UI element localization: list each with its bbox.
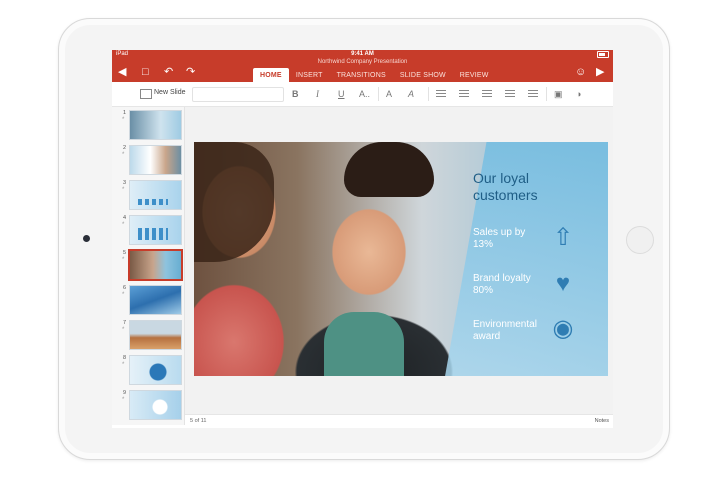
font-name-field[interactable] — [192, 87, 284, 102]
thumb-star: * — [122, 152, 125, 158]
tab-review[interactable]: REVIEW — [453, 68, 496, 82]
thumb-star: * — [122, 292, 125, 298]
italic-button[interactable]: I — [316, 88, 319, 100]
present-icon[interactable]: ▶ — [596, 65, 604, 79]
title-bar: iPad 9:41 AM Northwind Company Presentat… — [112, 50, 613, 82]
font-effects-button[interactable]: A.. — [359, 88, 370, 100]
powerpoint-screen: iPad 9:41 AM Northwind Company Presentat… — [112, 50, 613, 428]
slide-thumbnail-selected[interactable] — [128, 249, 183, 281]
toolbar-divider — [428, 87, 429, 101]
highlight-button[interactable]: A — [408, 88, 414, 100]
underline-button[interactable]: U — [338, 88, 345, 100]
slide-stat-sales[interactable]: Sales up by 13% — [473, 227, 543, 251]
thumb-star: * — [122, 327, 125, 333]
new-slide-button[interactable]: New Slide — [154, 89, 186, 96]
thumb-number: 8 — [123, 355, 127, 361]
bullets-icon[interactable] — [459, 90, 469, 98]
thumb-number: 9 — [123, 390, 127, 396]
slide-thumbnail[interactable] — [129, 110, 182, 140]
dollar-arrow-icon: ⇧ — [552, 224, 574, 251]
thumb-number: 2 — [123, 145, 127, 151]
tab-insert[interactable]: INSERT — [289, 68, 330, 82]
thumb-number: 3 — [123, 180, 127, 186]
thumb-number: 5 — [123, 250, 127, 256]
status-time: 9:41 AM — [351, 51, 374, 57]
file-icon[interactable]: □ — [142, 65, 149, 79]
font-color-button[interactable]: A — [386, 88, 392, 100]
slide-thumbnail[interactable] — [129, 390, 182, 420]
tab-slide-show[interactable]: SLIDE SHOW — [393, 68, 453, 82]
redo-icon[interactable]: ↷ — [186, 65, 195, 79]
thumb-star: * — [122, 362, 125, 368]
numbering-icon[interactable] — [482, 90, 492, 98]
slide-title[interactable]: Our loyal customers — [473, 170, 593, 204]
thumb-star: * — [122, 222, 125, 228]
undo-icon[interactable]: ↶ — [164, 65, 173, 79]
front-camera — [83, 235, 90, 242]
new-slide-icon[interactable] — [140, 89, 152, 99]
thumb-number: 4 — [123, 215, 127, 221]
shapes-icon[interactable]: ◑ — [576, 88, 581, 100]
toolbar-divider — [546, 87, 547, 101]
slide-editing-area[interactable]: Our loyal customers Sales up by 13% ⇧ Br… — [185, 107, 613, 425]
share-user-icon[interactable]: ☺ — [575, 65, 586, 79]
home-button[interactable] — [626, 226, 654, 254]
slide-thumbnail[interactable] — [129, 215, 182, 245]
thumb-star: * — [122, 397, 125, 403]
ribbon-tabs: HOME INSERT TRANSITIONS SLIDE SHOW REVIE… — [253, 68, 496, 82]
slide-thumbnail[interactable] — [129, 180, 182, 210]
slide-photo-shirt — [324, 312, 404, 376]
thumb-star: * — [122, 187, 125, 193]
slide-photo-woman — [194, 142, 274, 262]
toolbar-divider — [378, 87, 379, 101]
back-icon[interactable]: ◀ — [118, 65, 126, 79]
thumb-number: 1 — [123, 110, 127, 116]
slide-thumbnail-panel[interactable]: 1 * 2 * 3 * 4 * 5 * 6 * 7 * 8 * 9 * — [112, 107, 185, 425]
current-slide[interactable]: Our loyal customers Sales up by 13% ⇧ Br… — [194, 142, 608, 376]
bold-button[interactable]: B — [292, 88, 299, 100]
slide-photo-man — [344, 142, 434, 197]
tab-transitions[interactable]: TRANSITIONS — [330, 68, 393, 82]
slide-stat-award[interactable]: Environmental award — [473, 319, 553, 343]
heart-icon: ♥ — [555, 270, 571, 297]
decrease-indent-icon[interactable] — [505, 90, 515, 98]
globe-award-icon: ◉ — [552, 315, 574, 342]
text-box-icon[interactable]: ▣ — [554, 88, 563, 100]
slide-thumbnail[interactable] — [129, 320, 182, 350]
thumb-star: * — [122, 257, 125, 263]
align-left-icon[interactable] — [436, 90, 446, 98]
battery-icon — [597, 51, 609, 58]
slide-stat-loyalty[interactable]: Brand loyalty 80% — [473, 273, 543, 297]
slide-thumbnail[interactable] — [129, 355, 182, 385]
status-bar: 5 of 11 Notes — [185, 414, 613, 428]
thumb-number: 6 — [123, 285, 127, 291]
thumb-number: 7 — [123, 320, 127, 326]
slide-thumbnail[interactable] — [129, 145, 182, 175]
thumb-star: * — [122, 117, 125, 123]
tab-home[interactable]: HOME — [253, 68, 289, 82]
home-toolbar: New Slide B I U A.. A A ▣ ◑ — [112, 82, 613, 107]
increase-indent-icon[interactable] — [528, 90, 538, 98]
slide-counter: 5 of 11 — [190, 418, 207, 424]
slide-thumbnail[interactable] — [129, 285, 182, 315]
notes-button[interactable]: Notes — [595, 418, 609, 424]
